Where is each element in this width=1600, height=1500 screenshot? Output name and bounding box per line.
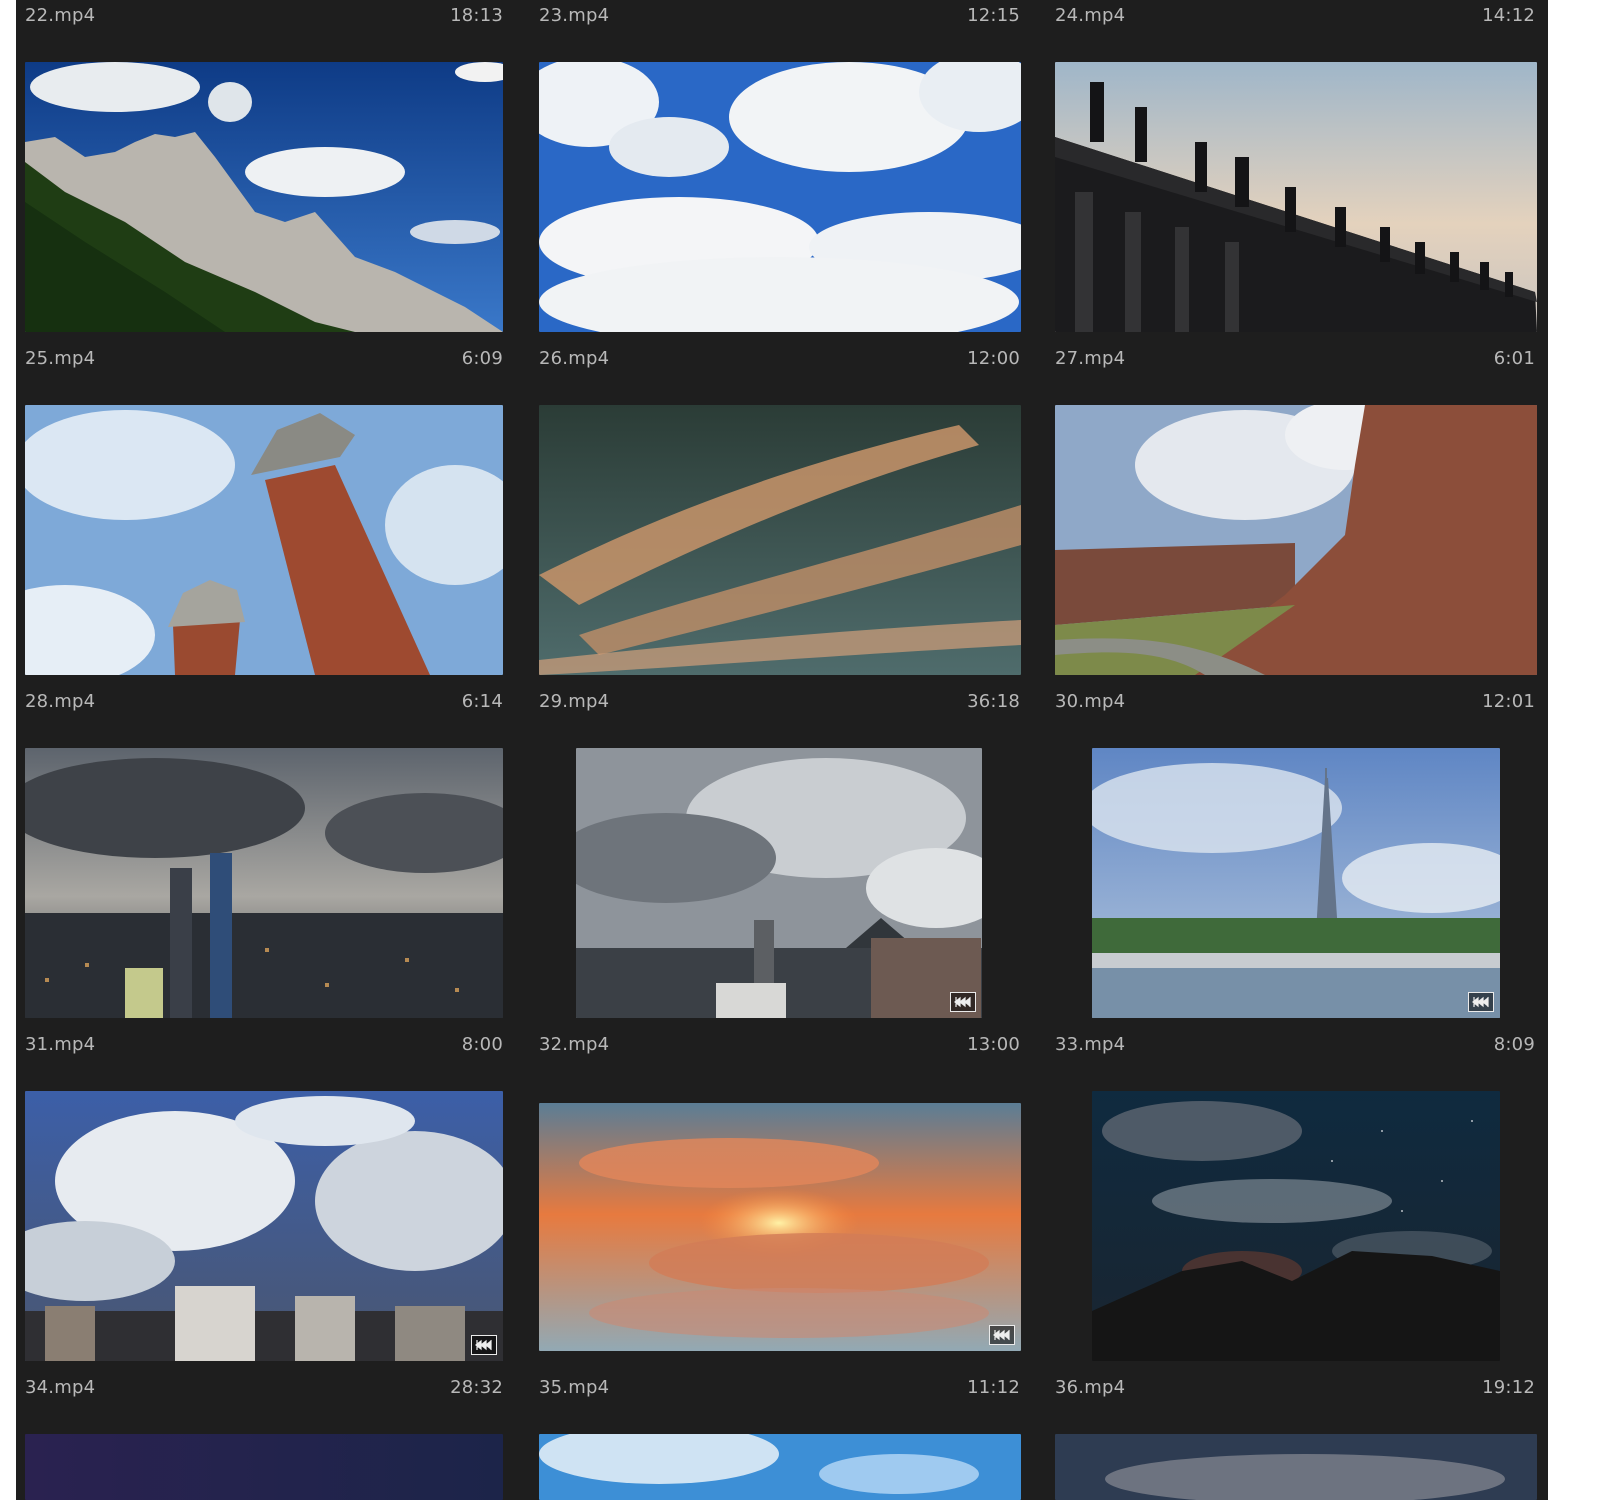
clip-thumbnail-28[interactable] xyxy=(25,405,503,675)
mountain-thumbnail xyxy=(25,62,503,332)
video-thumbnail xyxy=(1055,1434,1537,1500)
clip-name: 23.mp4 xyxy=(539,4,610,26)
clip-duration: 12:00 xyxy=(967,347,1020,369)
clip-duration: 12:15 xyxy=(967,4,1020,26)
clip-name: 24.mp4 xyxy=(1055,4,1126,26)
clip-duration: 12:01 xyxy=(1482,690,1535,712)
clip-thumbnail-32[interactable] xyxy=(576,748,982,1018)
clip-thumbnail-34[interactable] xyxy=(25,1091,503,1361)
clip-name: 36.mp4 xyxy=(1055,1376,1126,1398)
clip-name: 30.mp4 xyxy=(1055,690,1126,712)
clip-thumbnail-partial[interactable] xyxy=(1055,1434,1537,1500)
clip-duration: 14:12 xyxy=(1482,4,1535,26)
clip-thumbnail-25[interactable] xyxy=(25,62,503,332)
clip-caption: 23.mp4 12:15 xyxy=(539,0,1020,30)
clip-thumbnail-27[interactable] xyxy=(1055,62,1537,332)
clip-caption: 25.mp4 6:09 xyxy=(25,343,503,373)
city-skyline-thumbnail xyxy=(25,748,503,1018)
clip-name: 28.mp4 xyxy=(25,690,96,712)
audio-badge-icon xyxy=(1468,992,1494,1012)
clip-name: 33.mp4 xyxy=(1055,1033,1126,1055)
clip-duration: 6:09 xyxy=(461,347,503,369)
audio-badge-icon xyxy=(471,1335,497,1355)
colonnade-thumbnail xyxy=(1055,62,1537,332)
clip-duration: 6:01 xyxy=(1493,347,1535,369)
storm-clouds-thumbnail xyxy=(25,1091,503,1361)
clouds-thumbnail xyxy=(539,62,1021,332)
clip-thumbnail-partial[interactable] xyxy=(539,1434,1021,1500)
sunset-clouds-thumbnail xyxy=(539,405,1021,675)
clip-duration: 13:00 xyxy=(967,1033,1020,1055)
clip-name: 29.mp4 xyxy=(539,690,610,712)
clip-caption: 34.mp4 28:32 xyxy=(25,1372,503,1402)
clip-caption: 28.mp4 6:14 xyxy=(25,686,503,716)
clip-caption: 22.mp4 18:13 xyxy=(25,0,503,30)
clip-name: 26.mp4 xyxy=(539,347,610,369)
clip-caption: 33.mp4 8:09 xyxy=(1055,1029,1535,1059)
clip-thumbnail-33[interactable] xyxy=(1092,748,1500,1018)
clip-caption: 29.mp4 36:18 xyxy=(539,686,1020,716)
clip-caption: 35.mp4 11:12 xyxy=(539,1372,1020,1402)
clip-name: 22.mp4 xyxy=(25,4,96,26)
canyon-thumbnail xyxy=(1055,405,1537,675)
clip-caption: 30.mp4 12:01 xyxy=(1055,686,1535,716)
clip-duration: 36:18 xyxy=(967,690,1020,712)
clip-caption: 27.mp4 6:01 xyxy=(1055,343,1535,373)
clip-duration: 18:13 xyxy=(450,4,503,26)
clip-thumbnail-30[interactable] xyxy=(1055,405,1537,675)
night-sky-thumbnail xyxy=(1092,1091,1500,1361)
clip-duration: 8:09 xyxy=(1493,1033,1535,1055)
clip-thumbnail-31[interactable] xyxy=(25,748,503,1018)
clip-caption: 36.mp4 19:12 xyxy=(1055,1372,1535,1402)
clip-thumbnail-35[interactable] xyxy=(539,1103,1021,1351)
clip-duration: 28:32 xyxy=(450,1376,503,1398)
video-thumbnail xyxy=(25,1434,503,1500)
clip-name: 34.mp4 xyxy=(25,1376,96,1398)
clip-caption: 31.mp4 8:00 xyxy=(25,1029,503,1059)
towers-thumbnail xyxy=(25,405,503,675)
clip-duration: 19:12 xyxy=(1482,1376,1535,1398)
clip-caption: 32.mp4 13:00 xyxy=(539,1029,1020,1059)
video-thumbnail xyxy=(539,1434,1021,1500)
clip-thumbnail-26[interactable] xyxy=(539,62,1021,332)
clip-caption: 26.mp4 12:00 xyxy=(539,343,1020,373)
clip-name: 25.mp4 xyxy=(25,347,96,369)
clip-name: 35.mp4 xyxy=(539,1376,610,1398)
clip-thumbnail-partial[interactable] xyxy=(25,1434,503,1500)
clip-duration: 6:14 xyxy=(461,690,503,712)
clip-caption: 24.mp4 14:12 xyxy=(1055,0,1535,30)
clip-thumbnail-36[interactable] xyxy=(1092,1091,1500,1361)
clip-thumbnail-29[interactable] xyxy=(539,405,1021,675)
media-browser-panel: 22.mp4 18:13 23.mp4 12:15 24.mp4 14:12 2… xyxy=(16,0,1548,1500)
clip-name: 31.mp4 xyxy=(25,1033,96,1055)
audio-badge-icon xyxy=(989,1325,1015,1345)
overcast-city-thumbnail xyxy=(576,748,982,1018)
sunrise-thumbnail xyxy=(539,1103,1021,1351)
clip-duration: 8:00 xyxy=(461,1033,503,1055)
tv-tower-thumbnail xyxy=(1092,748,1500,1018)
audio-badge-icon xyxy=(950,992,976,1012)
clip-duration: 11:12 xyxy=(967,1376,1020,1398)
clip-name: 32.mp4 xyxy=(539,1033,610,1055)
clip-name: 27.mp4 xyxy=(1055,347,1126,369)
